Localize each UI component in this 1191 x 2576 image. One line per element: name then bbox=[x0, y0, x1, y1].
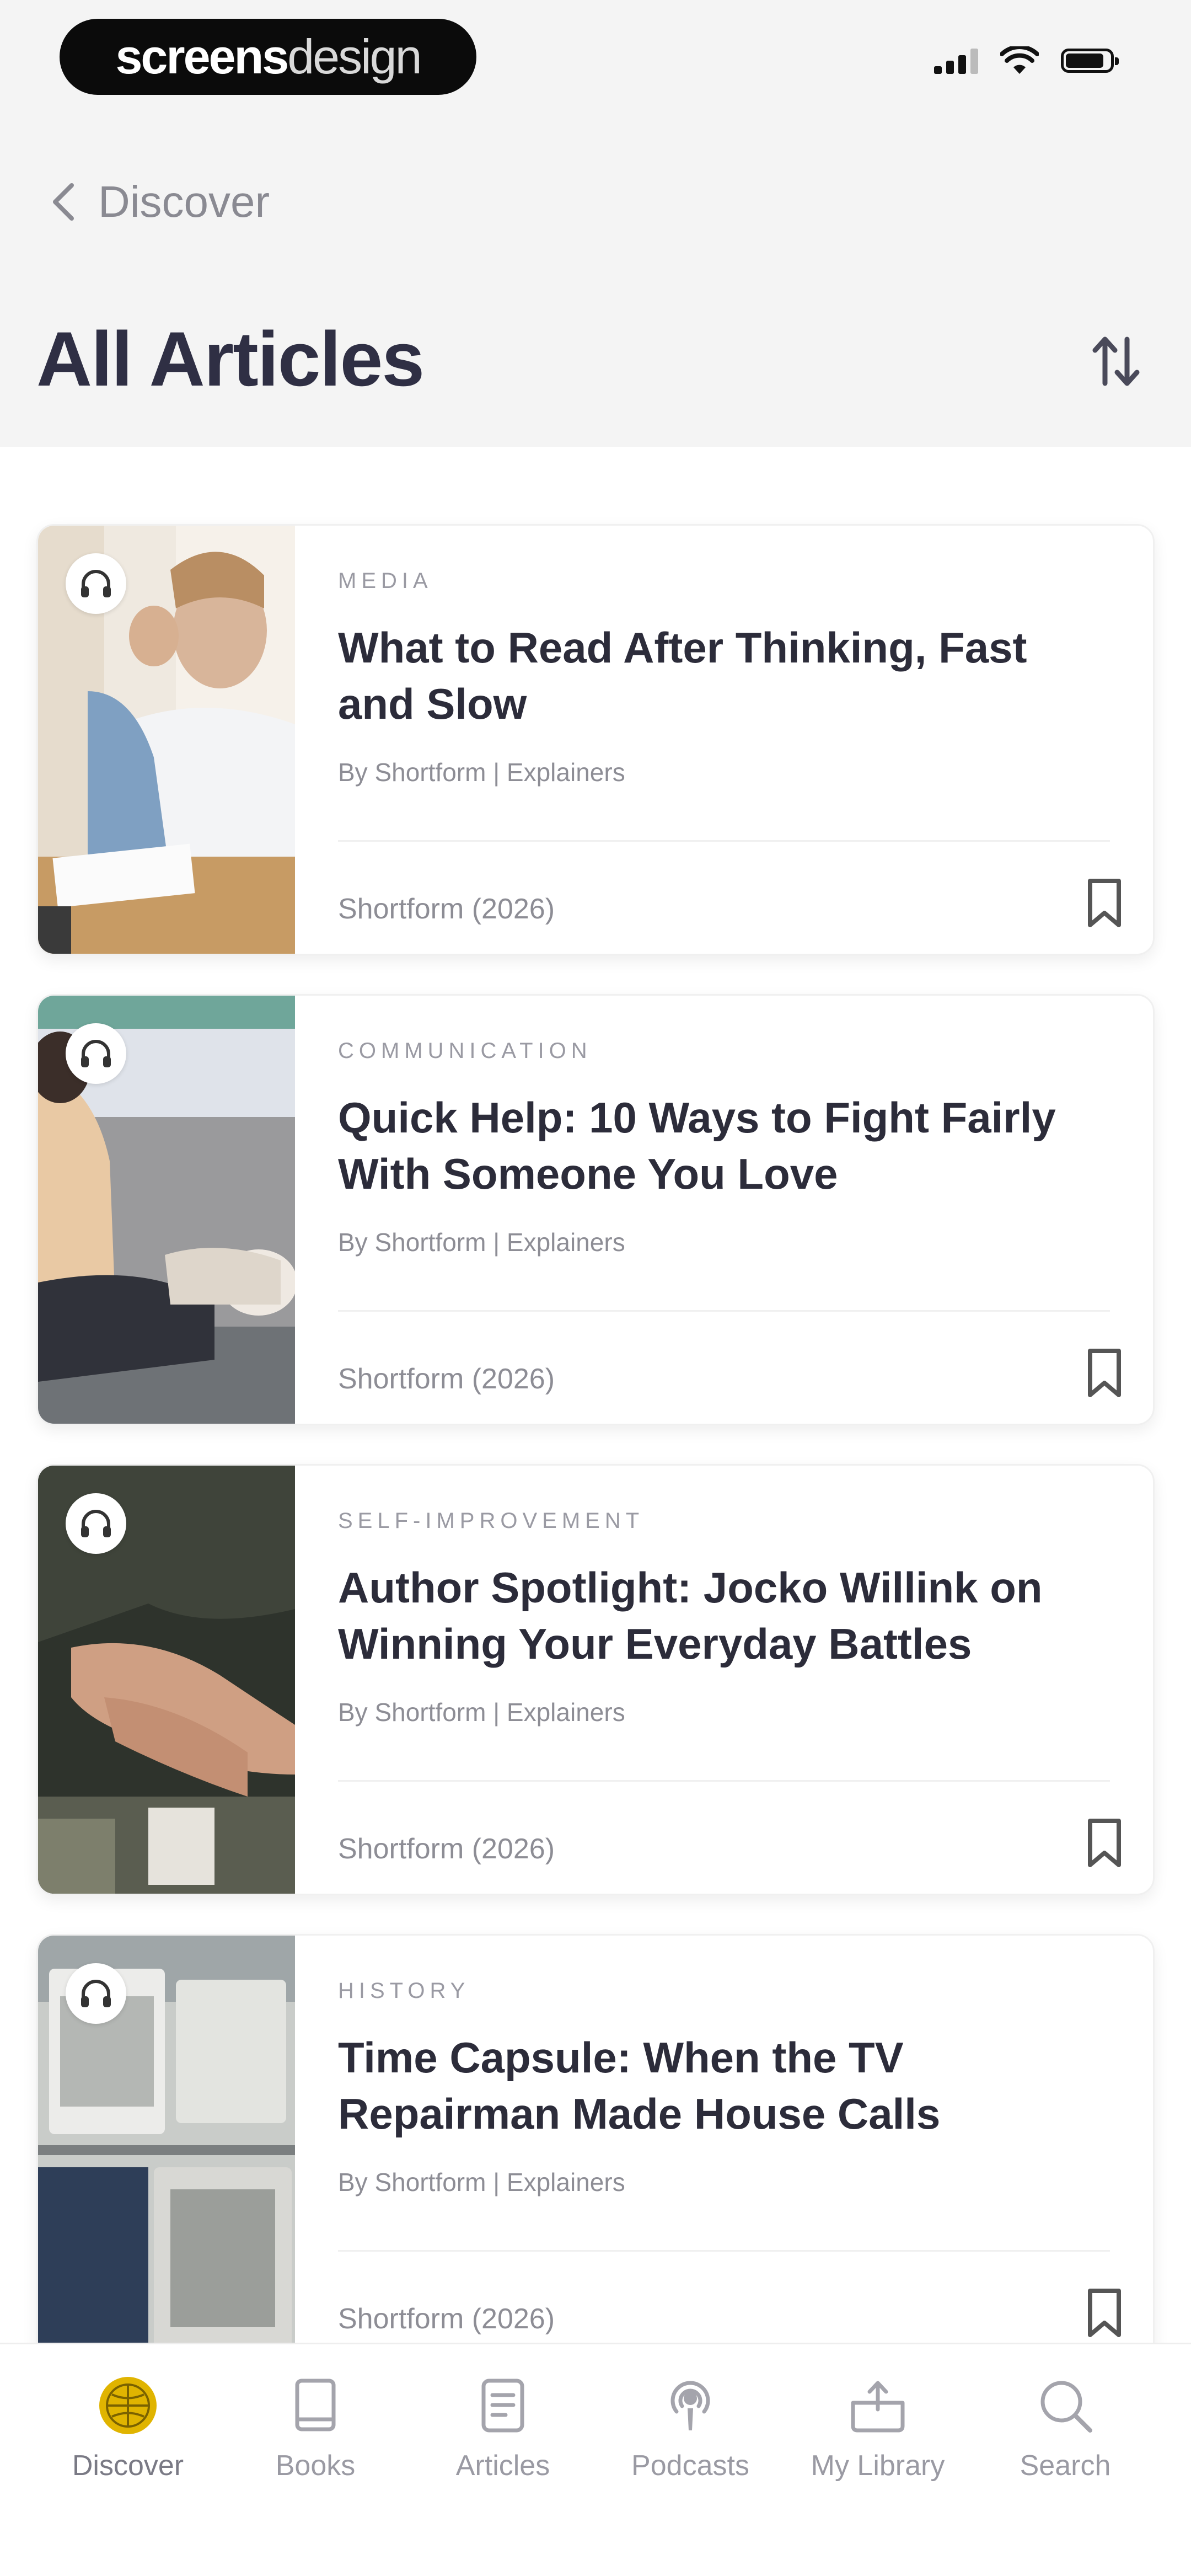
back-button[interactable]: Discover bbox=[49, 177, 270, 227]
article-source: Shortform (2026) bbox=[338, 1833, 555, 1865]
discover-icon bbox=[99, 2377, 157, 2434]
header-area: screensdesign Discover All Articles bbox=[0, 0, 1191, 447]
article-source: Shortform (2026) bbox=[338, 1363, 555, 1395]
article-card[interactable]: SELF-IMPROVEMENT Author Spotlight: Jocko… bbox=[36, 1464, 1155, 1895]
bookmark-icon[interactable] bbox=[1082, 2286, 1126, 2339]
tab-label: Search bbox=[1020, 2450, 1111, 2482]
article-body: COMMUNICATION Quick Help: 10 Ways to Fig… bbox=[338, 996, 1126, 1424]
bookmark-icon[interactable] bbox=[1082, 877, 1126, 929]
article-thumbnail bbox=[38, 996, 295, 1424]
tab-label: Discover bbox=[72, 2450, 184, 2482]
article-thumbnail bbox=[38, 1466, 295, 1894]
headphones-icon bbox=[81, 1040, 111, 1067]
article-card[interactable]: MEDIA What to Read After Thinking, Fast … bbox=[36, 524, 1155, 955]
library-icon bbox=[851, 2381, 905, 2433]
card-divider bbox=[338, 1310, 1110, 1312]
audio-available-badge bbox=[66, 1493, 126, 1554]
article-category: HISTORY bbox=[338, 1979, 470, 2003]
sort-icon[interactable] bbox=[1088, 331, 1144, 392]
tab-search[interactable]: Search bbox=[972, 2344, 1159, 2482]
cellular-signal-icon bbox=[934, 47, 978, 74]
article-category: MEDIA bbox=[338, 569, 433, 593]
chevron-left-icon bbox=[53, 183, 74, 221]
article-body: MEDIA What to Read After Thinking, Fast … bbox=[338, 526, 1126, 954]
article-byline: By Shortform | Explainers bbox=[338, 2168, 625, 2196]
article-body: SELF-IMPROVEMENT Author Spotlight: Jocko… bbox=[338, 1466, 1126, 1894]
tab-label: Books bbox=[275, 2450, 356, 2482]
article-icon bbox=[481, 2379, 524, 2433]
audio-available-badge bbox=[66, 1023, 126, 1084]
headphones-icon bbox=[81, 1510, 111, 1537]
back-label: Discover bbox=[98, 177, 270, 226]
card-divider bbox=[338, 2250, 1110, 2252]
article-source: Shortform (2026) bbox=[338, 2303, 555, 2335]
article-byline: By Shortform | Explainers bbox=[338, 1228, 625, 1257]
article-body: HISTORY Time Capsule: When the TV Repair… bbox=[338, 1936, 1126, 2364]
article-category: COMMUNICATION bbox=[338, 1039, 592, 1063]
article-byline: By Shortform | Explainers bbox=[338, 1698, 625, 1727]
tab-label: My Library bbox=[811, 2450, 945, 2482]
article-title[interactable]: What to Read After Thinking, Fast and Sl… bbox=[338, 619, 1077, 732]
bookmark-icon[interactable] bbox=[1082, 1816, 1126, 1869]
bottom-tab-bar: Discover Books Articles Podcasts My Libr… bbox=[0, 2343, 1191, 2576]
article-thumbnail bbox=[38, 1936, 295, 2364]
article-title[interactable]: Time Capsule: When the TV Repairman Made… bbox=[338, 2029, 1077, 2142]
card-divider bbox=[338, 840, 1110, 842]
tab-discover[interactable]: Discover bbox=[34, 2344, 222, 2482]
article-title[interactable]: Author Spotlight: Jocko Willink on Winni… bbox=[338, 1559, 1077, 1672]
audio-available-badge bbox=[66, 1963, 126, 2024]
podcast-icon bbox=[670, 2381, 710, 2430]
tab-my-library[interactable]: My Library bbox=[784, 2344, 972, 2482]
article-card[interactable]: COMMUNICATION Quick Help: 10 Ways to Fig… bbox=[36, 994, 1155, 1425]
audio-available-badge bbox=[66, 553, 126, 614]
screensdesign-logo: screensdesign bbox=[60, 19, 476, 95]
headphones-icon bbox=[81, 1980, 111, 2007]
headphones-icon bbox=[81, 570, 111, 597]
article-thumbnail bbox=[38, 526, 295, 954]
article-category: SELF-IMPROVEMENT bbox=[338, 1509, 645, 1533]
tab-podcasts[interactable]: Podcasts bbox=[597, 2344, 784, 2482]
article-list: MEDIA What to Read After Thinking, Fast … bbox=[36, 524, 1155, 2404]
battery-icon bbox=[1061, 49, 1119, 73]
card-divider bbox=[338, 1780, 1110, 1782]
bookmark-icon[interactable] bbox=[1082, 1346, 1126, 1399]
status-icons bbox=[934, 46, 1119, 75]
article-source: Shortform (2026) bbox=[338, 893, 555, 925]
tab-label: Articles bbox=[455, 2450, 550, 2482]
article-title[interactable]: Quick Help: 10 Ways to Fight Fairly With… bbox=[338, 1089, 1077, 1202]
tab-books[interactable]: Books bbox=[222, 2344, 409, 2482]
tab-articles[interactable]: Articles bbox=[409, 2344, 597, 2482]
wifi-icon bbox=[1000, 46, 1039, 74]
search-icon bbox=[1040, 2381, 1092, 2433]
page-title: All Articles bbox=[36, 316, 425, 402]
app-screen: screensdesign Discover All Articles MEDI… bbox=[0, 0, 1191, 2576]
article-byline: By Shortform | Explainers bbox=[338, 758, 625, 787]
article-card[interactable]: HISTORY Time Capsule: When the TV Repair… bbox=[36, 1934, 1155, 2365]
book-icon bbox=[295, 2379, 336, 2431]
tab-label: Podcasts bbox=[631, 2450, 749, 2482]
